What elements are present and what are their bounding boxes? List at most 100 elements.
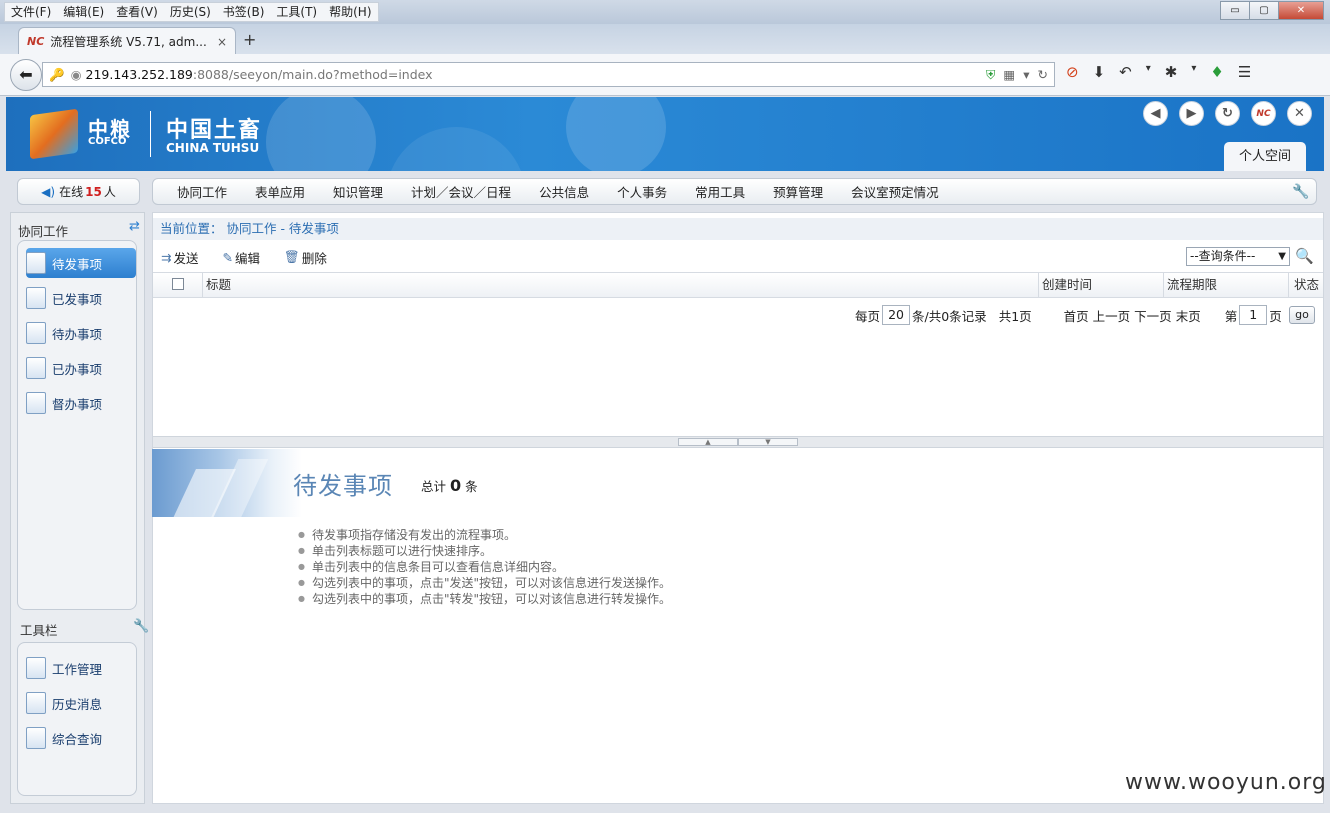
list-toolbar: ⇉ 发送 ✎ 编辑 🗑 删除 (153, 245, 1323, 269)
nav-meeting-room[interactable]: 会议室预定情况 (837, 182, 953, 201)
sidebar-item-done[interactable]: 已办事项 (26, 353, 136, 383)
col-title[interactable]: 标题 (202, 273, 1038, 297)
list-item: 勾选列表中的事项，点击"发送"按钮，可以对该信息进行发送操作。 (298, 576, 671, 592)
pager-page-pre: 第 (1224, 308, 1238, 324)
menu-tools[interactable]: 工具(T) (270, 3, 323, 21)
header-forward-icon[interactable]: ▶ (1179, 101, 1204, 126)
sidebar-item-supervise[interactable]: 督办事项 (26, 388, 136, 418)
bug-icon[interactable]: ✱ (1165, 63, 1178, 81)
search-icon[interactable]: 🔍 (1295, 247, 1314, 265)
key-icon: 🔑 (49, 66, 65, 82)
header-refresh-icon[interactable]: ↻ (1215, 101, 1240, 126)
menu-edit[interactable]: 编辑(E) (57, 3, 110, 21)
header-nc-icon[interactable]: NC (1251, 101, 1276, 126)
sidebar-item-label: 待办事项 (52, 326, 103, 342)
sidebar-item-history-msg[interactable]: 历史消息 (26, 688, 136, 718)
pager-first[interactable]: 首页 (1064, 306, 1089, 325)
sidebar-item-work-manage[interactable]: 工作管理 (26, 653, 136, 683)
page-size-input[interactable]: 20 (882, 305, 911, 325)
download-icon[interactable]: ⬇ (1093, 63, 1106, 81)
reload-icon[interactable]: ↻ (1038, 67, 1048, 83)
tab-close-icon[interactable]: × (217, 35, 227, 49)
menu-history[interactable]: 历史(S) (164, 3, 217, 21)
collapse-sidebar-icon[interactable]: ⇄ (129, 219, 140, 234)
extension-icon[interactable]: ♦ (1210, 63, 1223, 81)
speaker-icon: ◀) (41, 184, 56, 199)
wrench-icon[interactable]: 🔧 (1292, 184, 1309, 200)
main-content (152, 212, 1324, 804)
online-users[interactable]: ◀) 在线 15 人 (17, 178, 140, 205)
hamburger-menu-icon[interactable]: ☰ (1238, 63, 1251, 81)
sidebar-item-label: 历史消息 (52, 696, 103, 712)
header-back-icon[interactable]: ◀ (1143, 101, 1168, 126)
delete-label: 删除 (301, 250, 327, 266)
send-icon: ⇉ (161, 249, 172, 265)
todo-icon (26, 322, 46, 344)
delete-button[interactable]: 🗑 删除 (284, 248, 327, 267)
col-status[interactable]: 状态 (1288, 273, 1323, 297)
nav-collaboration[interactable]: 协同工作 (163, 182, 241, 201)
pager-last[interactable]: 末页 (1176, 306, 1201, 325)
col-deadline[interactable]: 流程期限 (1163, 273, 1288, 297)
nav-knowledge[interactable]: 知识管理 (319, 182, 397, 201)
nav-form-app[interactable]: 表单应用 (241, 182, 319, 201)
total-pre: 总计 (421, 479, 447, 494)
menu-bookmarks[interactable]: 书签(B) (217, 3, 271, 21)
sidebar-item-todo[interactable]: 待办事项 (26, 318, 136, 348)
online-unit: 人 (103, 185, 116, 199)
sidebar-item-label: 待发事项 (52, 256, 103, 272)
browser-tab[interactable]: NC 流程管理系统 V5.71, adm... × (18, 27, 236, 55)
undo-icon[interactable]: ↶ (1119, 63, 1132, 81)
page-number-input[interactable]: 1 (1239, 305, 1268, 325)
nav-tools[interactable]: 常用工具 (681, 182, 759, 201)
sidebar-item-pending-send[interactable]: 待发事项 (26, 248, 136, 278)
edit-button[interactable]: ✎ 编辑 (223, 248, 261, 267)
tips-list: 待发事项指存储没有发出的流程事项。 单击列表标题可以进行快速排序。 单击列表中的… (298, 528, 671, 608)
panel-splitter[interactable]: ▲ ▼ (153, 436, 1323, 448)
maximize-button[interactable]: ▢ (1249, 1, 1279, 20)
dropdown-arrow-icon[interactable]: ▾ (1023, 67, 1029, 83)
select-all-checkbox[interactable] (172, 278, 184, 290)
minimize-button[interactable]: ▭ (1220, 1, 1250, 20)
collapse-up-icon[interactable]: ▲ (678, 438, 738, 446)
logo-english: COFCO (88, 136, 127, 147)
pager-next[interactable]: 下一页 (1134, 306, 1172, 325)
go-button[interactable]: go (1289, 306, 1315, 324)
sidebar-item-sent[interactable]: 已发事项 (26, 283, 136, 313)
nav-personal[interactable]: 个人事务 (603, 182, 681, 201)
favicon-icon: NC (27, 35, 45, 48)
undo-dropdown-icon[interactable]: ▾ (1146, 63, 1151, 81)
history-msg-icon (26, 692, 46, 714)
shield-icon[interactable]: ⛨ (986, 67, 995, 83)
back-button[interactable]: ⬅ (10, 59, 42, 91)
chevron-down-icon: ▼ (1278, 251, 1286, 262)
banner-image (152, 449, 302, 517)
toolbar-wrench-icon[interactable]: 🔧 (133, 619, 149, 634)
new-tab-button[interactable]: + (243, 30, 256, 49)
sidebar-item-label: 已发事项 (52, 291, 103, 307)
nav-budget[interactable]: 预算管理 (759, 182, 837, 201)
pager-prev[interactable]: 上一页 (1093, 306, 1131, 325)
header-close-icon[interactable]: ✕ (1287, 101, 1312, 126)
table-header: 标题 创建时间 流程期限 状态 (153, 272, 1323, 298)
send-button[interactable]: ⇉ 发送 (161, 248, 199, 267)
qr-code-icon[interactable]: ▦ (1003, 67, 1015, 83)
address-bar[interactable]: 🔑 ◉ 219.143.252.189:8088/seeyon/main.do?… (42, 62, 1055, 87)
bug-dropdown-icon[interactable]: ▾ (1191, 63, 1196, 81)
nav-public-info[interactable]: 公共信息 (525, 182, 603, 201)
search-doc-icon (26, 727, 46, 749)
expand-down-icon[interactable]: ▼ (738, 438, 798, 446)
total-post: 条 (465, 479, 478, 494)
menu-help[interactable]: 帮助(H) (323, 3, 377, 21)
col-created[interactable]: 创建时间 (1038, 273, 1163, 297)
nav-plan-meeting[interactable]: 计划／会议／日程 (397, 182, 525, 201)
sidebar-item-search[interactable]: 综合查询 (26, 723, 136, 753)
personal-space-tab[interactable]: 个人空间 (1224, 142, 1306, 171)
close-window-button[interactable]: ✕ (1278, 1, 1324, 20)
menu-view[interactable]: 查看(V) (110, 3, 164, 21)
watermark: www.wooyun.org (1125, 770, 1327, 795)
block-icon[interactable]: ⊘ (1066, 63, 1079, 81)
query-condition-select[interactable]: --查询条件-- ▼ (1186, 247, 1290, 266)
menu-file[interactable]: 文件(F) (5, 3, 57, 21)
pager: 每页 20 条/共0条记录 共1页 首页 上一页 下一页 末页 第 1 页 go (855, 304, 1315, 326)
